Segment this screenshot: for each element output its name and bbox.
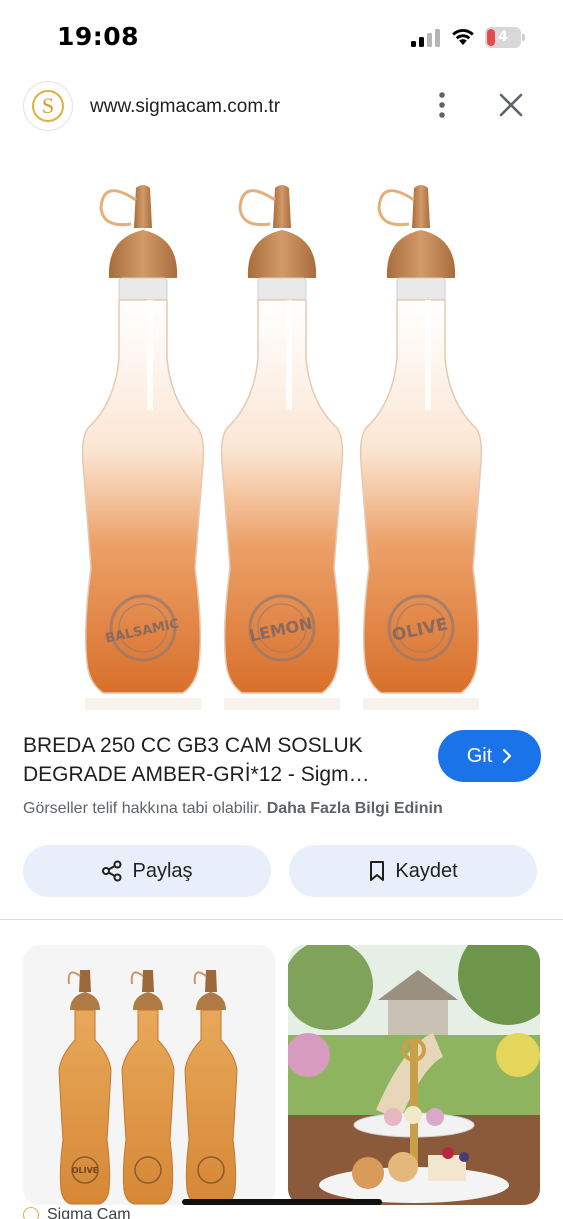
share-icon [102,860,122,882]
result-title[interactable]: BREDA 250 CC GB3 CAM SOSLUK DEGRADE AMBE… [23,731,418,789]
copyright-text: Görseller telif hakkına tabi olabilir. [23,800,263,817]
chevron-right-icon [503,749,512,763]
divider [0,919,563,920]
signal-icon [411,29,440,47]
product-image[interactable]: BALSAMIC LEMON OLIVE [0,150,563,710]
thumb-bottle-label: OLIVE [72,1166,99,1175]
related-source[interactable]: Sigma Cam [23,1206,131,1219]
go-button[interactable]: Git [438,730,541,782]
site-logo[interactable]: S [23,81,73,131]
source-logo-icon [23,1207,39,1219]
wifi-icon [452,28,474,45]
status-bar: 19:08 4 [0,0,563,72]
status-time: 19:08 [57,22,140,51]
related-source-label: Sigma Cam [47,1206,131,1219]
battery-icon: 4 [485,27,525,48]
copyright-notice: Görseller telif hakkına tabi olabilir. D… [23,800,443,818]
share-button-label: Paylaş [132,859,193,882]
more-vertical-icon[interactable] [430,90,454,120]
home-indicator[interactable] [182,1199,382,1205]
close-icon[interactable] [498,92,524,118]
related-image-bottles[interactable]: OLIVE [23,945,275,1205]
result-title-line-1: BREDA 250 CC GB3 CAM SOSLUK [23,734,363,757]
related-image-garden-pastries[interactable] [288,945,540,1205]
result-title-line-2: DEGRADE AMBER-GRİ*12 - Sigm… [23,763,370,786]
save-button[interactable]: Kaydet [289,845,537,897]
bookmark-icon [370,861,385,881]
url-header: S www.sigmacam.com.tr [0,78,563,136]
save-button-label: Kaydet [395,859,458,882]
site-logo-letter: S [32,90,64,122]
site-url[interactable]: www.sigmacam.com.tr [90,96,280,118]
learn-more-link[interactable]: Daha Fazla Bilgi Edinin [267,800,443,817]
share-button[interactable]: Paylaş [23,845,271,897]
battery-level: 4 [498,29,508,45]
go-button-label: Git [466,744,493,767]
